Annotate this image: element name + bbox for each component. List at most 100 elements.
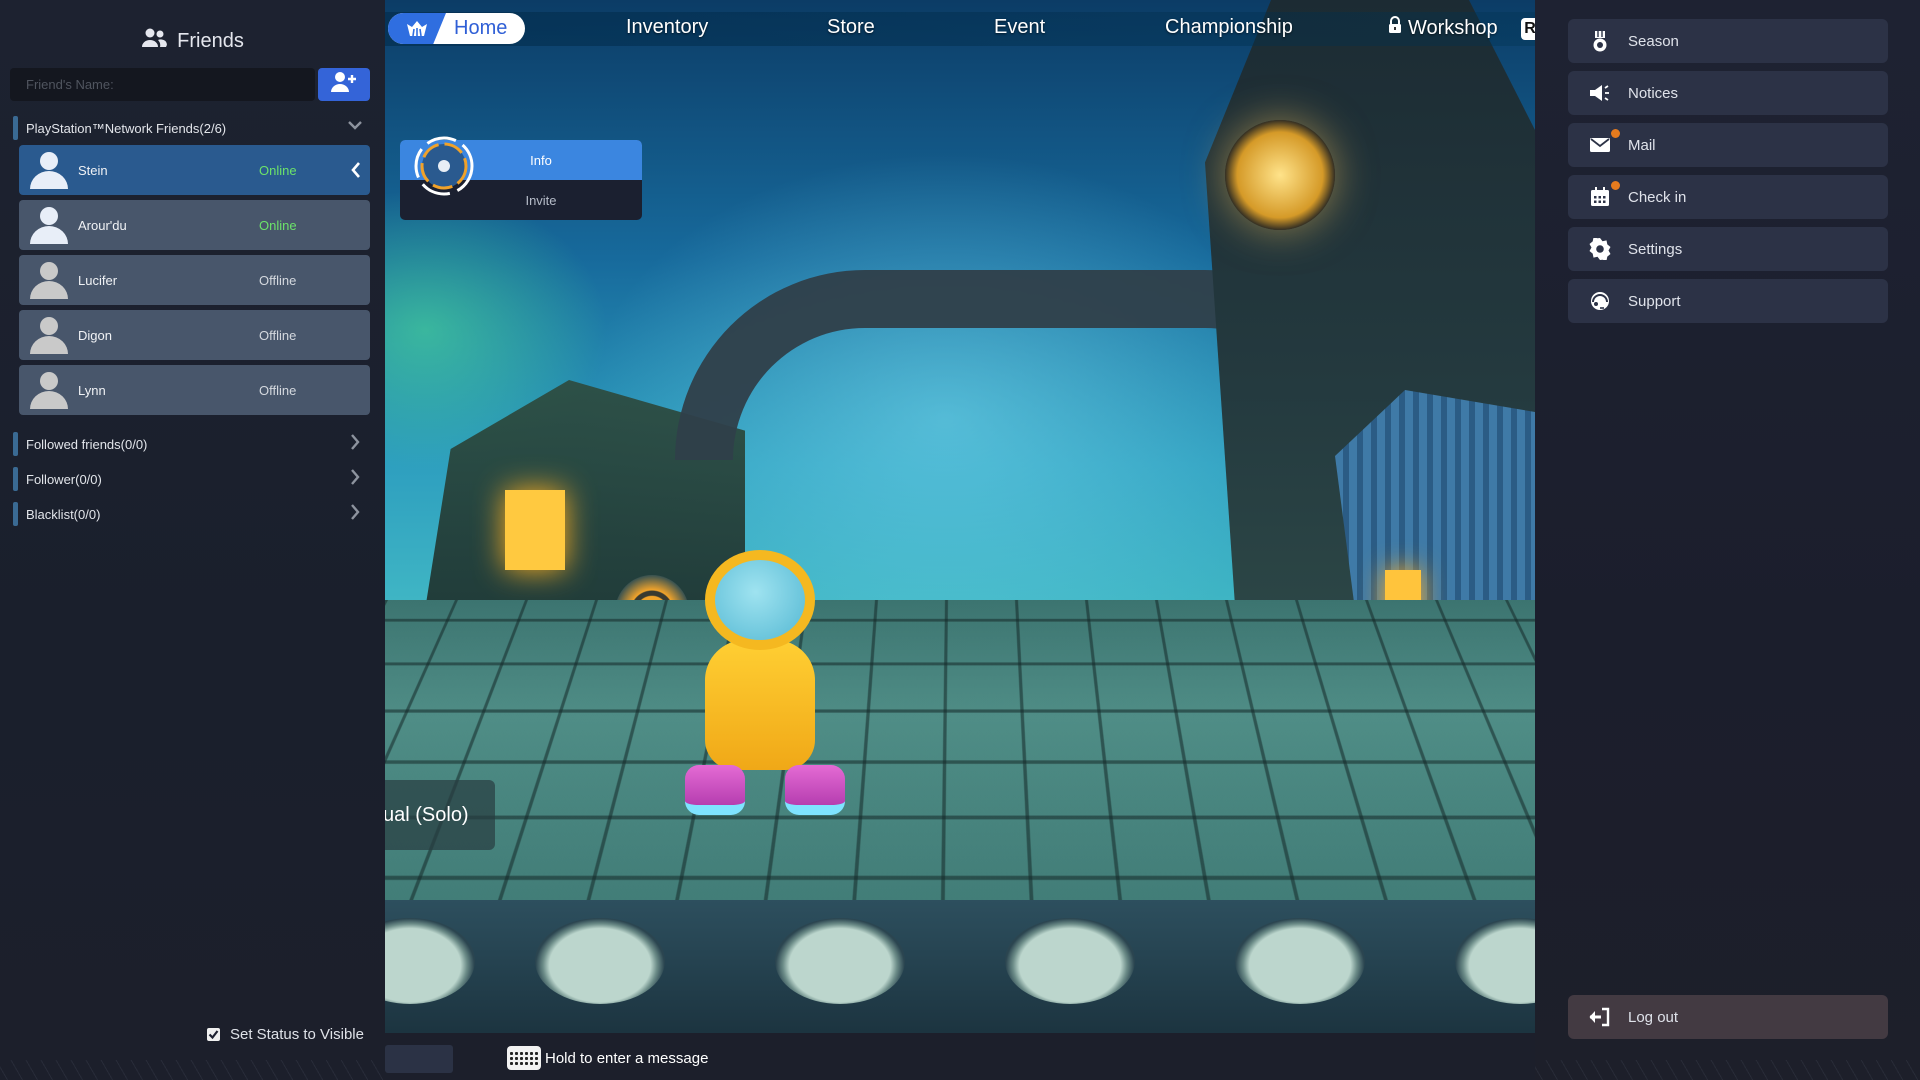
menu-season-label: Season <box>1628 32 1679 50</box>
menu-notices[interactable]: Notices <box>1568 71 1888 115</box>
chat-bar: Hold to enter a message <box>385 1033 1535 1080</box>
calendar-icon <box>1588 185 1612 209</box>
cursor-ring-icon <box>414 136 474 196</box>
chat-input-hint[interactable]: Hold to enter a message <box>507 1046 708 1070</box>
scene-floor <box>385 600 1535 947</box>
friend-status: Offline <box>259 327 297 343</box>
friend-row[interactable]: Arour'du Online <box>19 200 370 250</box>
scene-gauge <box>1005 918 1135 1004</box>
chevron-right-icon <box>347 433 363 454</box>
character-head <box>705 550 815 650</box>
gear-icon <box>1588 237 1612 261</box>
character-shoe <box>685 765 745 815</box>
character-shoe <box>785 765 845 815</box>
chat-channel-block[interactable] <box>385 1045 453 1073</box>
notification-badge <box>1611 181 1620 190</box>
tab-workshop[interactable]: Workshop <box>1388 16 1498 40</box>
friends-panel: Friends PlayStation™Network Friends(2/6)… <box>0 0 385 1080</box>
tab-championship[interactable]: Championship <box>1165 16 1293 39</box>
tab-inventory-label: Inventory <box>626 16 709 38</box>
friend-row[interactable]: Lucifer Offline <box>19 255 370 305</box>
friend-status: Online <box>259 217 297 233</box>
game-mode-text: sual (Solo) <box>373 803 469 826</box>
section-followed-friends[interactable]: Followed friends(0/0) <box>13 431 373 457</box>
friend-name: Lynn <box>78 382 106 398</box>
tab-workshop-label: Workshop <box>1408 16 1498 39</box>
section-blacklist[interactable]: Blacklist(0/0) <box>13 501 373 527</box>
menu-support[interactable]: Support <box>1568 279 1888 323</box>
section-marker <box>13 502 18 526</box>
top-nav: Home Inventory Store Event Championship … <box>385 12 1539 46</box>
scene-gauge <box>535 918 665 1004</box>
tab-home[interactable]: Home <box>388 13 525 44</box>
menu-item-info-label: Info <box>530 152 552 168</box>
visible-status-toggle[interactable]: Set Status to Visible <box>207 1026 364 1043</box>
menu-settings[interactable]: Settings <box>1568 227 1888 271</box>
game-mode-label[interactable]: sual (Solo) <box>373 780 495 850</box>
friend-name: Arour'du <box>78 217 127 233</box>
notification-badge <box>1611 129 1620 138</box>
friend-row[interactable]: Stein Online <box>19 145 370 195</box>
avatar-icon <box>30 372 68 409</box>
visible-checkbox[interactable] <box>207 1028 220 1041</box>
friend-name-input[interactable] <box>10 68 315 101</box>
menu-support-label: Support <box>1628 292 1681 310</box>
section-psn-friends[interactable]: PlayStation™Network Friends(2/6) <box>13 115 373 141</box>
friends-title-text: Friends <box>177 29 244 52</box>
section-marker <box>13 467 18 491</box>
tab-event[interactable]: Event <box>994 16 1045 39</box>
friend-context-menu: Info Invite <box>400 136 642 220</box>
tab-inventory[interactable]: Inventory <box>626 16 708 39</box>
section-marker <box>13 432 18 456</box>
section-follower[interactable]: Follower(0/0) <box>13 466 373 492</box>
tab-home-label: Home <box>454 17 508 39</box>
tab-event-label: Event <box>994 16 1046 38</box>
menu-settings-label: Settings <box>1628 240 1683 258</box>
friend-row[interactable]: Lynn Offline <box>19 365 370 415</box>
logout-label: Log out <box>1628 1008 1679 1026</box>
headset-icon <box>1588 289 1612 313</box>
menu-mail[interactable]: Mail <box>1568 123 1888 167</box>
chevron-right-icon <box>347 468 363 489</box>
friend-name: Stein <box>78 162 108 178</box>
menu-check-in[interactable]: Check in <box>1568 175 1888 219</box>
avatar-icon <box>30 262 68 299</box>
chevron-down-icon <box>347 117 363 136</box>
player-character[interactable] <box>675 550 845 850</box>
friend-name: Digon <box>78 327 112 343</box>
section-psn-friends-label: PlayStation™Network Friends(2/6) <box>26 120 227 136</box>
avatar-icon <box>30 207 68 244</box>
section-followed-friends-label: Followed friends(0/0) <box>26 436 148 452</box>
menu-item-invite-label: Invite <box>525 192 557 208</box>
add-friend-button[interactable] <box>318 68 370 101</box>
tab-championship-label: Championship <box>1165 16 1293 38</box>
avatar-icon <box>30 152 68 189</box>
home-crown-icon <box>388 13 446 44</box>
scene-window-left <box>505 490 565 570</box>
character-hoodie <box>705 640 815 770</box>
friend-row[interactable]: Digon Offline <box>19 310 370 360</box>
friends-title: Friends <box>0 28 385 54</box>
scene-gauge <box>1235 918 1365 1004</box>
scene-gauge <box>775 918 905 1004</box>
megaphone-icon <box>1588 81 1612 105</box>
section-blacklist-label: Blacklist(0/0) <box>26 506 101 522</box>
keyboard-icon <box>507 1046 541 1070</box>
logout-button[interactable]: Log out <box>1568 995 1888 1039</box>
visible-status-label: Set Status to Visible <box>230 1026 364 1043</box>
tab-store-label: Store <box>827 16 875 38</box>
section-marker <box>13 116 18 140</box>
friend-status: Online <box>259 162 297 178</box>
chevron-left-icon <box>350 161 362 184</box>
lock-icon <box>1388 16 1402 40</box>
add-friend-icon <box>330 71 358 98</box>
scene-gauge <box>1455 918 1535 1004</box>
friend-name: Lucifer <box>78 272 118 288</box>
decorative-pattern <box>1535 1060 1920 1080</box>
chevron-right-icon <box>347 503 363 524</box>
tab-store[interactable]: Store <box>827 16 875 39</box>
logout-icon <box>1588 1005 1612 1029</box>
friends-icon <box>141 28 168 54</box>
menu-season[interactable]: Season <box>1568 19 1888 63</box>
menu-check-in-label: Check in <box>1628 188 1687 206</box>
